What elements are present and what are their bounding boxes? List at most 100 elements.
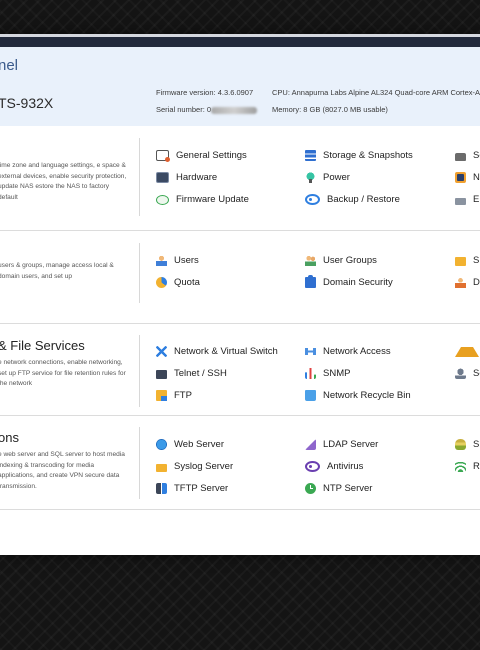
security-item[interactable]: Se (455, 150, 480, 161)
ftp-icon (156, 390, 167, 401)
delegated-admin-item[interactable]: De (455, 277, 480, 288)
backup-icon (305, 194, 320, 205)
syslog-server-item[interactable]: Syslog Server (156, 461, 233, 472)
ldap-server-label: LDAP Server (323, 439, 379, 450)
service-discovery-item[interactable]: Se (455, 368, 480, 379)
serial-redaction (211, 106, 258, 114)
user-icon (156, 255, 167, 266)
section-network-description: e network connections, enable networking… (0, 359, 126, 388)
system-header: nel TS-932X Firmware version: 4.3.6.0907… (0, 47, 480, 126)
cpu-info: CPU: Annapurna Labs Alpine AL324 Quad-co… (272, 88, 480, 97)
ntp-server-item[interactable]: NTP Server (305, 483, 372, 494)
network-access-icon (305, 346, 316, 357)
tftp-server-item[interactable]: TFTP Server (156, 483, 228, 494)
firmware-icon (156, 194, 169, 205)
web-server-icon (156, 439, 167, 450)
section-applications-title: ons (0, 430, 19, 445)
section-privilege: users & groups, manage access local & do… (0, 231, 480, 324)
window-title: nel (0, 57, 19, 74)
sql-server-item[interactable]: S (455, 439, 479, 450)
snmp-item[interactable]: SNMP (305, 368, 350, 379)
domain-security-label: Domain Security (323, 277, 393, 288)
firmware-info: Firmware version: 4.3.6.0907 (156, 88, 253, 97)
section-divider (139, 138, 140, 216)
backup-restore-item[interactable]: Backup / Restore (305, 194, 400, 205)
storage-icon (305, 150, 316, 161)
firmware-label: Firmware version: (156, 88, 216, 97)
quota-item[interactable]: Quota (156, 277, 200, 288)
section-network-title: & File Services (0, 338, 85, 353)
delegated-admin-icon (455, 277, 466, 288)
section-system: time zone and language settings, e space… (0, 126, 480, 231)
telnet-ssh-label: Telnet / SSH (174, 368, 227, 379)
antivirus-icon (305, 461, 320, 472)
ntp-server-label: NTP Server (323, 483, 373, 494)
radius-icon (455, 461, 466, 472)
ntp-icon (305, 483, 316, 494)
radius-item[interactable]: R (455, 461, 480, 472)
external-device-item[interactable]: E (455, 194, 479, 205)
firmware-update-label: Firmware Update (176, 194, 249, 205)
shared-folder-item[interactable]: Sh (455, 255, 480, 266)
serial-label: Serial number: (156, 105, 205, 114)
security-icon (455, 153, 466, 161)
notification-label: N (473, 172, 480, 183)
user-groups-item[interactable]: User Groups (305, 255, 377, 266)
notification-item[interactable]: N (455, 172, 480, 183)
ldap-server-item[interactable]: LDAP Server (305, 439, 378, 450)
radius-label: R (473, 461, 480, 472)
general-settings-icon (156, 150, 170, 162)
control-panel-window: nel TS-932X Firmware version: 4.3.6.0907… (0, 34, 480, 555)
service-discovery-label: Se (473, 368, 480, 379)
quota-label: Quota (174, 277, 200, 288)
network-access-label: Network Access (323, 346, 391, 357)
ftp-item[interactable]: FTP (156, 390, 192, 401)
antivirus-label: Antivirus (327, 461, 364, 472)
snmp-label: SNMP (323, 368, 351, 379)
network-recycle-bin-label: Network Recycle Bin (323, 390, 411, 401)
win-mac-nfs-item[interactable]: W (455, 346, 480, 357)
window-title-bar[interactable] (0, 34, 480, 47)
sql-server-label: S (473, 439, 480, 450)
firmware-update-item[interactable]: Firmware Update (156, 194, 249, 205)
shared-folder-label: Sh (473, 255, 480, 266)
domain-security-item[interactable]: Domain Security (305, 275, 393, 288)
shared-folder-icon (455, 257, 466, 266)
user-groups-icon (305, 255, 316, 266)
memory-info: Memory: 8 GB (8027.0 MB usable) (272, 105, 388, 114)
sql-server-icon (455, 439, 466, 450)
delegated-admin-label: De (473, 277, 480, 288)
general-settings-label: General Settings (176, 150, 247, 161)
cpu-value: Annapurna Labs Alpine AL324 Quad-core AR… (291, 88, 480, 97)
user-groups-label: User Groups (323, 255, 377, 266)
power-item[interactable]: Power (305, 172, 350, 183)
terminal-icon (156, 370, 167, 379)
section-applications-description: e web server and SQL server to host medi… (0, 451, 125, 490)
section-system-description: time zone and language settings, e space… (0, 162, 127, 201)
section-privilege-description: users & groups, manage access local & do… (0, 262, 114, 280)
snmp-icon (305, 368, 316, 379)
web-server-item[interactable]: Web Server (156, 439, 224, 450)
recycle-bin-icon (305, 390, 316, 401)
memory-label: Memory: (272, 105, 302, 114)
telnet-ssh-item[interactable]: Telnet / SSH (156, 368, 227, 379)
power-label: Power (323, 172, 350, 183)
network-virtual-switch-item[interactable]: Network & Virtual Switch (156, 346, 278, 357)
general-settings-item[interactable]: General Settings (156, 150, 247, 162)
network-recycle-bin-item[interactable]: Network Recycle Bin (305, 390, 411, 401)
ftp-label: FTP (174, 390, 192, 401)
network-access-item[interactable]: Network Access (305, 346, 391, 357)
backup-restore-label: Backup / Restore (327, 194, 400, 205)
antivirus-item[interactable]: Antivirus (305, 461, 363, 472)
win-mac-nfs-icon (455, 346, 479, 357)
external-device-icon (455, 198, 466, 205)
serial-info: Serial number: 0 (156, 105, 258, 114)
storage-snapshots-item[interactable]: Storage & Snapshots (305, 150, 413, 161)
network-switch-icon (156, 346, 167, 357)
section-divider (139, 243, 140, 303)
hardware-item[interactable]: Hardware (156, 172, 217, 183)
users-item[interactable]: Users (156, 255, 199, 266)
section-divider (139, 335, 140, 407)
power-icon (305, 172, 316, 183)
security-label: Se (473, 150, 480, 161)
